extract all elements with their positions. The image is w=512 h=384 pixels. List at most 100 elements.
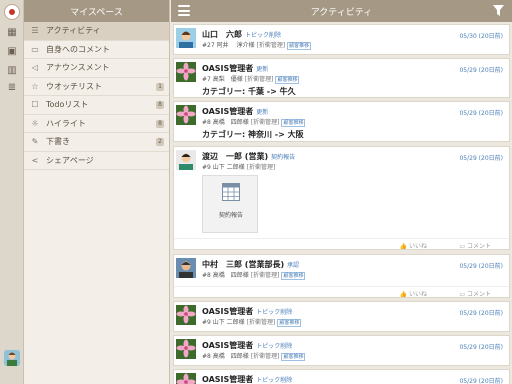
- user-name[interactable]: 渡辺 一郎 (営業) 契約報告: [202, 151, 295, 162]
- pencil-icon: ✎: [31, 137, 39, 147]
- activity-card[interactable]: 山口 六郎 トピック削除 #27 阿井 淳介様 [折衝管理] 顧客推移 05/30 (…: [173, 24, 510, 55]
- sidebar-item-announcements[interactable]: ◁ アナウンスメント: [24, 59, 169, 78]
- timestamp: 05/29 (20日前): [459, 378, 503, 384]
- menu-icon[interactable]: [178, 5, 190, 16]
- sidebar-item-comments[interactable]: ▭ 自身へのコメント: [24, 41, 169, 59]
- action-label: 承認: [287, 262, 300, 269]
- contract-report-attachment[interactable]: 契約報告: [202, 175, 258, 233]
- like-button[interactable]: 👍 いいね: [400, 289, 427, 298]
- sidebar-item-share[interactable]: < シェアページ: [24, 152, 169, 170]
- user-name[interactable]: 中村 三郎 (営業部長) 承認: [202, 259, 299, 270]
- change-text: カテゴリー: 神奈川 -> 大阪: [202, 130, 304, 139]
- activity-card[interactable]: OASIS管理者 トピック削除 #8 高橋 四郎様 [折衝管理] 顧客推移 05/29…: [173, 335, 510, 366]
- comment-icon: ▭: [31, 44, 39, 54]
- avatar: [176, 305, 196, 325]
- action-label: トピック削除: [245, 32, 282, 39]
- user-name[interactable]: OASIS管理者 更新: [202, 63, 268, 74]
- avatar: [176, 258, 196, 278]
- page-title: アクティビティ: [310, 7, 373, 18]
- user-name[interactable]: OASIS管理者 更新: [202, 106, 268, 117]
- chart-icon[interactable]: ▥: [5, 64, 19, 76]
- share-icon: <: [31, 155, 39, 165]
- sidebar-item-label: ウオッチリスト: [46, 81, 102, 91]
- sidebar-item-label: 自身へのコメント: [46, 44, 110, 54]
- app-logo[interactable]: [4, 4, 20, 20]
- icon-rail: ▦ ▣ ▥ ≣: [0, 0, 24, 384]
- sidebar-item-watchlist[interactable]: ☆ ウオッチリスト 1: [24, 78, 169, 96]
- activity-card[interactable]: 中村 三郎 (営業部長) 承認 #8 高橋 四郎様 [折衝管理] 顧客推移 05/29…: [173, 254, 510, 298]
- count-badge: 2: [156, 138, 164, 146]
- avatar: [176, 105, 196, 125]
- sidebar-title: マイスペース: [24, 0, 169, 22]
- filter-icon[interactable]: [493, 5, 504, 17]
- count-badge: 8: [156, 101, 164, 109]
- top-bar: アクティビティ: [171, 0, 512, 22]
- card-footer: 👍 いいね ▭ コメント: [174, 286, 509, 298]
- database-icon[interactable]: ≣: [5, 81, 19, 93]
- avatar: [176, 339, 196, 359]
- checklist-icon: ☐: [31, 100, 39, 110]
- sidebar-item-label: 下書き: [46, 137, 70, 147]
- action-label: 更新: [256, 109, 269, 116]
- sidebar: マイスペース ☰ アクティビティ ▭ 自身へのコメント ◁ アナウンスメント ☆…: [24, 0, 170, 384]
- action-label: トピック削除: [256, 309, 293, 316]
- user-name[interactable]: OASIS管理者 トピック削除: [202, 374, 292, 384]
- topic-info[interactable]: #9 山下 二郎様 [折衝管理] 顧客推移: [202, 317, 302, 327]
- user-name[interactable]: 山口 六郎 トピック削除: [202, 29, 281, 40]
- user-name[interactable]: OASIS管理者 トピック削除: [202, 340, 292, 351]
- sidebar-item-activity[interactable]: ☰ アクティビティ: [24, 22, 169, 41]
- timestamp: 05/29 (20日前): [459, 155, 503, 162]
- grid-icon[interactable]: ▦: [5, 26, 19, 38]
- sidebar-item-label: ハイライト: [46, 118, 86, 128]
- topic-info[interactable]: #8 高橋 四郎様 [折衝管理] 顧客推移: [202, 117, 306, 127]
- lightbulb-icon: ☼: [31, 118, 39, 128]
- action-label: トピック削除: [256, 377, 293, 384]
- user-name[interactable]: OASIS管理者 トピック削除: [202, 306, 292, 317]
- count-badge: 8: [156, 119, 164, 128]
- sidebar-item-drafts[interactable]: ✎ 下書き 2: [24, 133, 169, 152]
- timestamp: 05/29 (20日前): [459, 344, 503, 351]
- topic-info[interactable]: #8 高橋 四郎様 [折衝管理] 顧客推移: [202, 351, 306, 361]
- avatar: [176, 373, 196, 384]
- star-icon: ☆: [31, 81, 39, 91]
- change-text: カテゴリー: 千葉 -> 牛久: [202, 87, 296, 96]
- timestamp: 05/30 (20日前): [459, 33, 503, 40]
- spreadsheet-icon: [222, 183, 240, 201]
- topic-info[interactable]: #7 高梨 優様 [折衝管理] 顧客推移: [202, 74, 300, 84]
- sidebar-item-todo[interactable]: ☐ Todoリスト 8: [24, 96, 169, 115]
- sidebar-item-label: Todoリスト: [46, 100, 89, 110]
- sidebar-item-label: シェアページ: [46, 155, 94, 165]
- list-icon: ☰: [31, 26, 39, 36]
- activity-card[interactable]: OASIS管理者 トピック削除 05/29 (20日前): [173, 369, 510, 384]
- activity-card[interactable]: OASIS管理者 更新 #8 高橋 四郎様 [折衝管理] 顧客推移 05/29 (20…: [173, 101, 510, 142]
- action-label: 契約報告: [271, 154, 296, 161]
- topic-info[interactable]: #9 山下 二郎様 [折衝管理]: [202, 162, 275, 171]
- card-footer: 👍 いいね ▭ コメント: [174, 238, 509, 250]
- action-label: トピック削除: [256, 343, 293, 350]
- user-avatar[interactable]: [4, 350, 20, 366]
- like-button[interactable]: 👍 いいね: [400, 241, 427, 250]
- sidebar-item-label: アクティビティ: [46, 26, 101, 36]
- dashboard-icon[interactable]: ▣: [5, 45, 19, 57]
- timestamp: 05/29 (20日前): [459, 67, 503, 74]
- attachment-label: 契約報告: [218, 212, 243, 219]
- action-label: 更新: [256, 66, 269, 73]
- avatar: [176, 62, 196, 82]
- timestamp: 05/29 (20日前): [459, 310, 503, 317]
- topic-info[interactable]: #8 高橋 四郎様 [折衝管理] 顧客推移: [202, 270, 306, 280]
- activity-card[interactable]: OASIS管理者 更新 #7 高梨 優様 [折衝管理] 顧客推移 05/29 (20日…: [173, 58, 510, 98]
- main-panel: アクティビティ 山口 六郎 トピック削除 #27 阿井 淳介様 [折衝管理] 顧客推移…: [171, 0, 512, 384]
- sidebar-item-label: アナウンスメント: [46, 63, 110, 73]
- avatar: [176, 150, 196, 170]
- activity-card[interactable]: 渡辺 一郎 (営業) 契約報告 #9 山下 二郎様 [折衝管理] 05/29 (20…: [173, 146, 510, 250]
- sidebar-item-highlight[interactable]: ☼ ハイライト 8: [24, 115, 169, 133]
- announcement-icon: ◁: [31, 63, 39, 73]
- activity-card[interactable]: OASIS管理者 トピック削除 #9 山下 二郎様 [折衝管理] 顧客推移 05/29…: [173, 301, 510, 332]
- topic-info[interactable]: #27 阿井 淳介様 [折衝管理] 顧客推移: [202, 40, 312, 50]
- comment-button[interactable]: ▭ コメント: [459, 241, 491, 250]
- comment-button[interactable]: ▭ コメント: [459, 289, 491, 298]
- avatar: [176, 28, 196, 48]
- timestamp: 05/29 (20日前): [459, 110, 503, 117]
- timestamp: 05/29 (20日前): [459, 263, 503, 270]
- count-badge: 1: [156, 82, 164, 91]
